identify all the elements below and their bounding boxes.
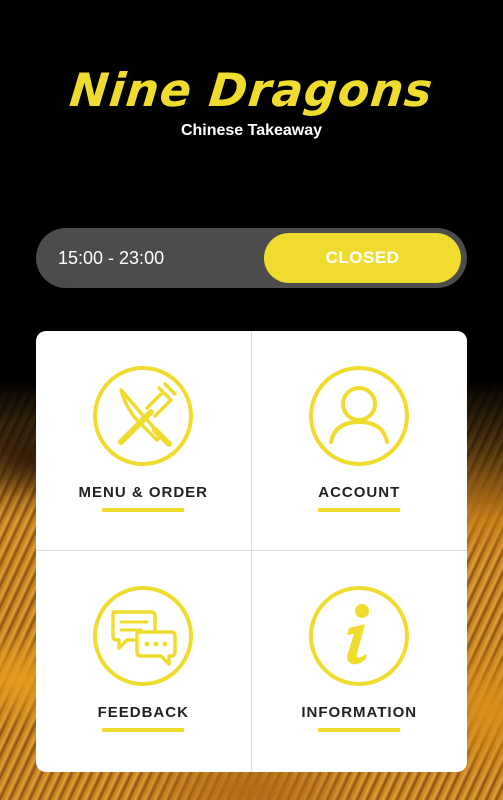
- feedback-underline: [102, 728, 185, 732]
- opening-hours-bar: 15:00 - 23:00 CLOSED: [36, 228, 467, 288]
- main-menu-grid: MENU & ORDER ACCOUNT FEEDBACK INFORMATIO…: [36, 331, 467, 772]
- account-button[interactable]: ACCOUNT: [251, 331, 467, 551]
- info-icon: [309, 586, 410, 686]
- information-button[interactable]: INFORMATION: [252, 551, 468, 772]
- information-underline: [318, 728, 401, 732]
- brand-logo: Nine Dragons: [67, 63, 436, 117]
- user-icon: [309, 366, 410, 466]
- brand-subtitle: Chinese Takeaway: [180, 122, 323, 139]
- fork-knife-icon: [93, 366, 194, 466]
- account-label: ACCOUNT: [318, 484, 401, 501]
- menu-order-button[interactable]: MENU & ORDER: [36, 331, 252, 551]
- information-label: INFORMATION: [301, 704, 418, 721]
- status-badge: CLOSED: [264, 233, 461, 283]
- feedback-label: FEEDBACK: [97, 704, 189, 721]
- menu-order-underline: [102, 508, 185, 512]
- opening-hours-text: 15:00 - 23:00: [58, 247, 165, 268]
- header: Nine Dragons Chinese Takeaway: [0, 60, 503, 142]
- menu-order-label: MENU & ORDER: [78, 484, 208, 501]
- app-screen: Nine Dragons Chinese Takeaway 15:00 - 23…: [0, 0, 503, 800]
- chat-bubbles-icon: [93, 586, 194, 686]
- feedback-button[interactable]: FEEDBACK: [36, 551, 252, 772]
- account-underline: [318, 508, 401, 512]
